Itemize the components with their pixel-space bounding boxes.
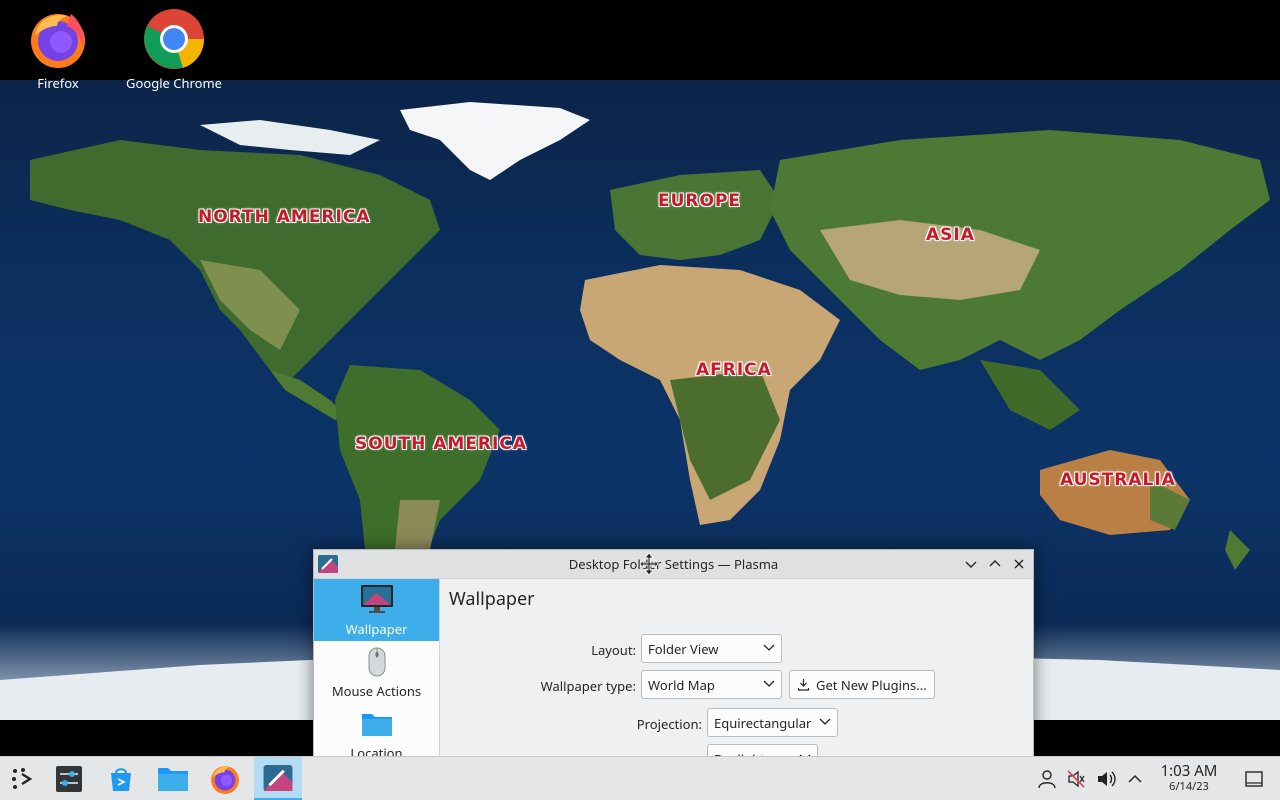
- kde-launcher-icon: [12, 768, 33, 789]
- close-icon: [1014, 559, 1024, 569]
- close-button[interactable]: [1010, 555, 1028, 573]
- settings-sidebar: Wallpaper Mouse Actions Location: [314, 579, 440, 779]
- taskbar-desktop-settings-window[interactable]: [254, 757, 302, 800]
- settings-content: Wallpaper Layout: Folder View Wallpaper …: [441, 579, 1033, 779]
- projection-label: Projection:: [636, 715, 702, 733]
- chevron-down-icon: [763, 680, 775, 687]
- volume-icon[interactable]: [1096, 769, 1116, 789]
- dialog-titlebar[interactable]: Desktop Folder Settings — Plasma: [314, 550, 1033, 579]
- show-desktop-icon[interactable]: [1244, 769, 1264, 789]
- sidebar-item-mouse-actions[interactable]: Mouse Actions: [314, 641, 439, 703]
- desktop-icon-label: Firefox: [37, 74, 79, 92]
- discover-store-icon: [111, 768, 131, 791]
- desktop-icon-google-chrome[interactable]: Google Chrome: [119, 8, 229, 92]
- continent-label-north-america: NORTH AMERICA: [198, 207, 371, 227]
- digital-clock[interactable]: 1:03 AM 6/14/23: [1150, 761, 1228, 794]
- maximize-button[interactable]: [986, 555, 1004, 573]
- taskbar-dolphin-files[interactable]: [150, 757, 196, 800]
- clock-date: 6/14/23: [1169, 779, 1209, 794]
- move-cursor-icon: [639, 552, 659, 576]
- mouse-icon: [360, 646, 394, 678]
- system-settings-icon: [56, 766, 82, 792]
- wallpaper-type-label: Wallpaper type:: [540, 677, 636, 695]
- plasma-settings-icon: [263, 764, 293, 791]
- chevron-down-icon: [819, 718, 831, 725]
- chevron-up-icon: [989, 560, 1001, 567]
- sidebar-item-label: Wallpaper: [345, 620, 408, 638]
- microphone-muted-icon[interactable]: [1066, 769, 1086, 789]
- sidebar-item-wallpaper[interactable]: Wallpaper: [314, 579, 439, 641]
- firefox-icon: [27, 8, 89, 70]
- download-icon: [797, 679, 810, 691]
- minimize-button[interactable]: [962, 555, 980, 573]
- dialog-title: Desktop Folder Settings — Plasma: [568, 555, 779, 573]
- layout-label: Layout:: [591, 641, 636, 659]
- page-title: Wallpaper: [449, 587, 535, 611]
- wallpaper-type-combobox[interactable]: World Map: [641, 670, 782, 699]
- clock-time: 1:03 AM: [1160, 761, 1218, 781]
- desktop-folder-settings-dialog: Desktop Folder Settings — Plasma Wallpap…: [313, 549, 1034, 779]
- continent-label-south-america: SOUTH AMERICA: [355, 434, 527, 454]
- chevron-up-icon[interactable]: [1125, 769, 1145, 789]
- chevron-down-icon: [763, 644, 775, 651]
- firefox-icon: [211, 766, 239, 794]
- wallpaper-type-value: World Map: [648, 675, 715, 694]
- folder-icon: [158, 768, 188, 791]
- desktop-icon-label: Google Chrome: [126, 74, 222, 92]
- folder-icon: [360, 708, 394, 740]
- chrome-icon: [143, 8, 205, 70]
- continent-label-asia: ASIA: [926, 225, 975, 245]
- application-launcher-button[interactable]: [0, 757, 46, 800]
- chevron-down-icon: [965, 561, 977, 568]
- desktop-icon-firefox[interactable]: Firefox: [3, 8, 113, 92]
- monitor-icon: [360, 584, 394, 616]
- get-new-plugins-button[interactable]: Get New Plugins...: [789, 670, 935, 699]
- user-icon[interactable]: [1037, 769, 1057, 789]
- plasma-settings-icon: [318, 555, 338, 573]
- continent-label-europe: EUROPE: [658, 191, 742, 211]
- taskbar-discover[interactable]: [98, 757, 144, 800]
- projection-value: Equirectangular: [714, 713, 812, 732]
- taskbar-system-settings[interactable]: [46, 757, 92, 800]
- continent-label-australia: AUSTRALIA: [1060, 470, 1176, 490]
- taskbar-firefox[interactable]: [202, 757, 248, 800]
- taskbar-panel: 1:03 AM 6/14/23: [0, 756, 1280, 800]
- layout-value: Folder View: [648, 639, 719, 658]
- continent-label-africa: AFRICA: [696, 360, 772, 380]
- layout-combobox[interactable]: Folder View: [641, 634, 782, 663]
- sidebar-item-label: Mouse Actions: [331, 682, 422, 700]
- get-new-plugins-label: Get New Plugins...: [816, 675, 927, 694]
- projection-combobox[interactable]: Equirectangular: [707, 708, 838, 737]
